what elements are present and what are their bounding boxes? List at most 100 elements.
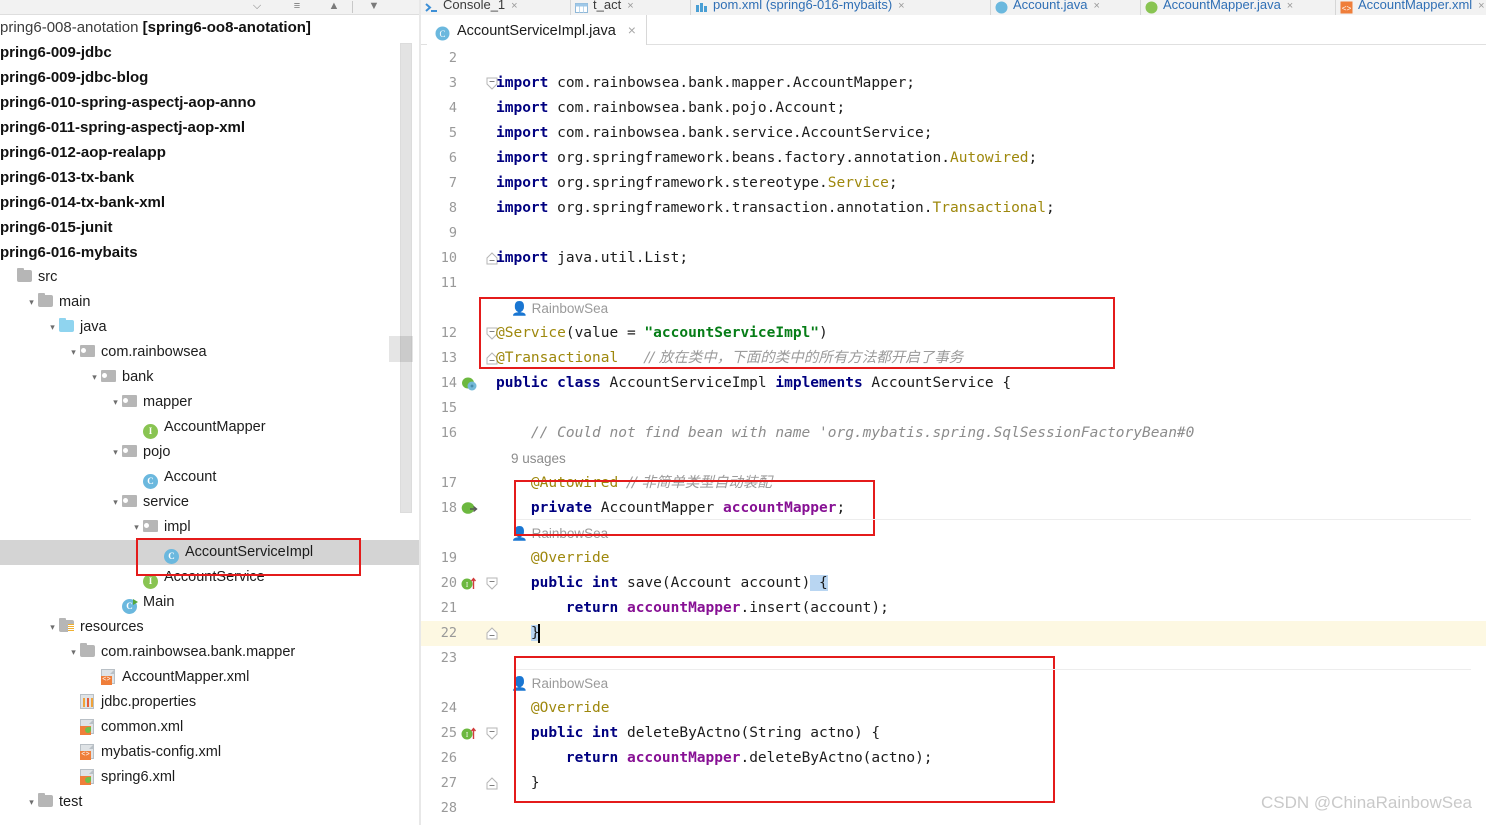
tree-item-accountmapper[interactable]: I AccountMapper: [0, 415, 420, 440]
code-line[interactable]: 7 import org.springframework.stereotype.S…: [421, 171, 1486, 196]
code-line[interactable]: 6 import org.springframework.beans.factor…: [421, 146, 1486, 171]
tree-item-accountserviceimpl[interactable]: C AccountServiceImpl: [0, 540, 420, 565]
module-item[interactable]: pring6-014-tx-bank-xml: [0, 190, 420, 215]
chevron-down-icon[interactable]: ▾: [88, 365, 101, 390]
module-item[interactable]: pring6-010-spring-aspectj-aop-anno: [0, 90, 420, 115]
upper-tab-t-act[interactable]: t_act ×: [571, 0, 691, 15]
chevron-down-icon[interactable]: ▾: [109, 440, 122, 465]
chevron-down-icon[interactable]: ▾: [109, 390, 122, 415]
tree-item-test[interactable]: ▾ test: [0, 790, 420, 815]
tree-item-accountmapper-xml[interactable]: <> AccountMapper.xml: [0, 665, 420, 690]
code-line[interactable]: 24 @Override: [421, 696, 1486, 721]
chevron-down-icon[interactable]: ▾: [25, 790, 38, 815]
code-line[interactable]: 4 import com.rainbowsea.bank.pojo.Account…: [421, 96, 1486, 121]
close-icon[interactable]: ×: [628, 22, 636, 38]
code-line[interactable]: 26 return accountMapper.deleteByActno(ac…: [421, 746, 1486, 771]
tab-account-service-impl[interactable]: C AccountServiceImpl.java ×: [427, 15, 647, 45]
chevron-down-icon[interactable]: ▾: [67, 640, 80, 665]
module-item[interactable]: pring6-013-tx-bank: [0, 165, 420, 190]
code-line[interactable]: 12 @Service(value = "accountServiceImpl"): [421, 321, 1486, 346]
code-line[interactable]: 17 @Autowired // 非简单类型自动装配: [421, 471, 1486, 496]
project-tree[interactable]: pring6-008-anotation [spring6-oo8-anotat…: [0, 15, 420, 825]
collapse-all-icon[interactable]: ⌵: [248, 0, 266, 14]
close-icon[interactable]: ×: [511, 0, 517, 12]
tree-item-com-rainbowsea[interactable]: ▾ com.rainbowsea: [0, 340, 420, 365]
code-line[interactable]: 9 usages: [421, 446, 1486, 471]
override-impl-icon[interactable]: [461, 500, 478, 517]
implements-method-icon[interactable]: I: [461, 725, 478, 742]
tree-item-main[interactable]: C Main: [0, 590, 420, 615]
upper-tab-accountmapper-xml[interactable]: <> AccountMapper.xml ×: [1336, 0, 1486, 15]
tree-item-jdbc-properties[interactable]: jdbc.properties: [0, 690, 420, 715]
module-item[interactable]: pring6-016-mybaits: [0, 240, 420, 265]
upper-tab-strip[interactable]: Console_1 × t_act × pom.xml (spring6-016-myb…: [421, 0, 1486, 15]
tree-item-accountservice[interactable]: I AccountService: [0, 565, 420, 590]
code-line[interactable]: 3 import com.rainbowsea.bank.mapper.Accou…: [421, 71, 1486, 96]
tree-item-resources[interactable]: ▾ resources: [0, 615, 420, 640]
scroll-up-icon[interactable]: ▲: [325, 0, 343, 14]
module-item[interactable]: pring6-011-spring-aspectj-aop-xml: [0, 115, 420, 140]
code-line[interactable]: 18 private AccountMapper accountMapper;: [421, 496, 1486, 521]
tree-item-spring6-xml[interactable]: spring6.xml: [0, 765, 420, 790]
module-item[interactable]: pring6-015-junit: [0, 215, 420, 240]
tree-item-account[interactable]: C Account: [0, 465, 420, 490]
code-line[interactable]: 23: [421, 646, 1486, 671]
code-line[interactable]: 👤 RainbowSea: [421, 521, 1486, 546]
code-line[interactable]: 👤 RainbowSea: [421, 671, 1486, 696]
tree-item-impl[interactable]: ▾ impl: [0, 515, 420, 540]
upper-tab-account-java[interactable]: Account.java ×: [991, 0, 1141, 15]
spring-bean-icon[interactable]: [461, 375, 478, 392]
code-line[interactable]: 15: [421, 396, 1486, 421]
code-line[interactable]: 13 @Transactional // 放在类中，下面的类中的所有方法都开启了事…: [421, 346, 1486, 371]
hide-panel-icon[interactable]: ▼: [365, 0, 383, 14]
expand-all-icon[interactable]: ≡: [288, 0, 306, 14]
code-line[interactable]: 11: [421, 271, 1486, 296]
code-line[interactable]: 21 return accountMapper.insert(account);: [421, 596, 1486, 621]
tree-item-pojo[interactable]: ▾ pojo: [0, 440, 420, 465]
scrollbar-thumb[interactable]: [389, 43, 413, 513]
tree-item-service[interactable]: ▾ service: [0, 490, 420, 515]
module-item[interactable]: pring6-012-aop-realapp: [0, 140, 420, 165]
chevron-down-icon[interactable]: ▾: [46, 315, 59, 340]
close-icon[interactable]: ×: [1478, 0, 1484, 12]
code-line[interactable]: 25 I public int deleteByActno(String actn…: [421, 721, 1486, 746]
tree-item-mybatis-config-xml[interactable]: <> mybatis-config.xml: [0, 740, 420, 765]
module-item[interactable]: pring6-008-anotation [spring6-oo8-anotat…: [0, 15, 420, 40]
module-item[interactable]: pring6-009-jdbc-blog: [0, 65, 420, 90]
upper-tab-console-1[interactable]: Console_1 ×: [421, 0, 571, 15]
tree-item-common-xml[interactable]: common.xml: [0, 715, 420, 740]
code-line[interactable]: 9: [421, 221, 1486, 246]
tree-item-main[interactable]: ▾ main: [0, 290, 420, 315]
implements-method-icon[interactable]: I: [461, 575, 478, 592]
code-line[interactable]: 14 public class AccountServiceImpl implem…: [421, 371, 1486, 396]
code-line[interactable]: 22 }: [421, 621, 1486, 646]
close-icon[interactable]: ×: [1287, 0, 1293, 12]
code-line[interactable]: 5 import com.rainbowsea.bank.service.Acco…: [421, 121, 1486, 146]
tree-item-mapper[interactable]: ▾ mapper: [0, 390, 420, 415]
code-line[interactable]: 10 import java.util.List;: [421, 246, 1486, 271]
code-line[interactable]: 8 import org.springframework.transaction.…: [421, 196, 1486, 221]
close-icon[interactable]: ×: [1093, 0, 1099, 12]
code-line[interactable]: 16 // Could not find bean with name 'org…: [421, 421, 1486, 446]
code-line[interactable]: 19 @Override: [421, 546, 1486, 571]
module-item[interactable]: pring6-009-jdbc: [0, 40, 420, 65]
tree-item-bank[interactable]: ▾ bank: [0, 365, 420, 390]
chevron-down-icon[interactable]: ▾: [67, 340, 80, 365]
upper-tab-accountmapper-java[interactable]: AccountMapper.java ×: [1141, 0, 1336, 15]
code-line[interactable]: 2: [421, 46, 1486, 71]
tree-item-src[interactable]: src: [0, 265, 420, 290]
upper-tab-pom-xml-spring6-016-mybaits-[interactable]: pom.xml (spring6-016-mybaits) ×: [691, 0, 991, 15]
tree-item-com-rainbowsea-bank-mapper[interactable]: ▾ com.rainbowsea.bank.mapper: [0, 640, 420, 665]
chevron-down-icon[interactable]: ▾: [130, 515, 143, 540]
close-icon[interactable]: ×: [898, 0, 904, 12]
chevron-down-icon[interactable]: ▾: [109, 490, 122, 515]
tree-item-java[interactable]: ▾ java: [0, 315, 420, 340]
project-tree-scrollbar[interactable]: [389, 15, 413, 825]
code-line[interactable]: 20 I public int save(Account account) {: [421, 571, 1486, 596]
code-line[interactable]: 👤 RainbowSea: [421, 296, 1486, 321]
code-editor[interactable]: 2 3 import com.rainbowsea.bank.mapper.Acco…: [421, 46, 1486, 825]
editor-tab-strip[interactable]: C AccountServiceImpl.java ×: [421, 15, 1486, 60]
usages-hint[interactable]: 9 usages: [511, 446, 566, 471]
chevron-down-icon[interactable]: ▾: [25, 290, 38, 315]
close-icon[interactable]: ×: [627, 0, 633, 12]
